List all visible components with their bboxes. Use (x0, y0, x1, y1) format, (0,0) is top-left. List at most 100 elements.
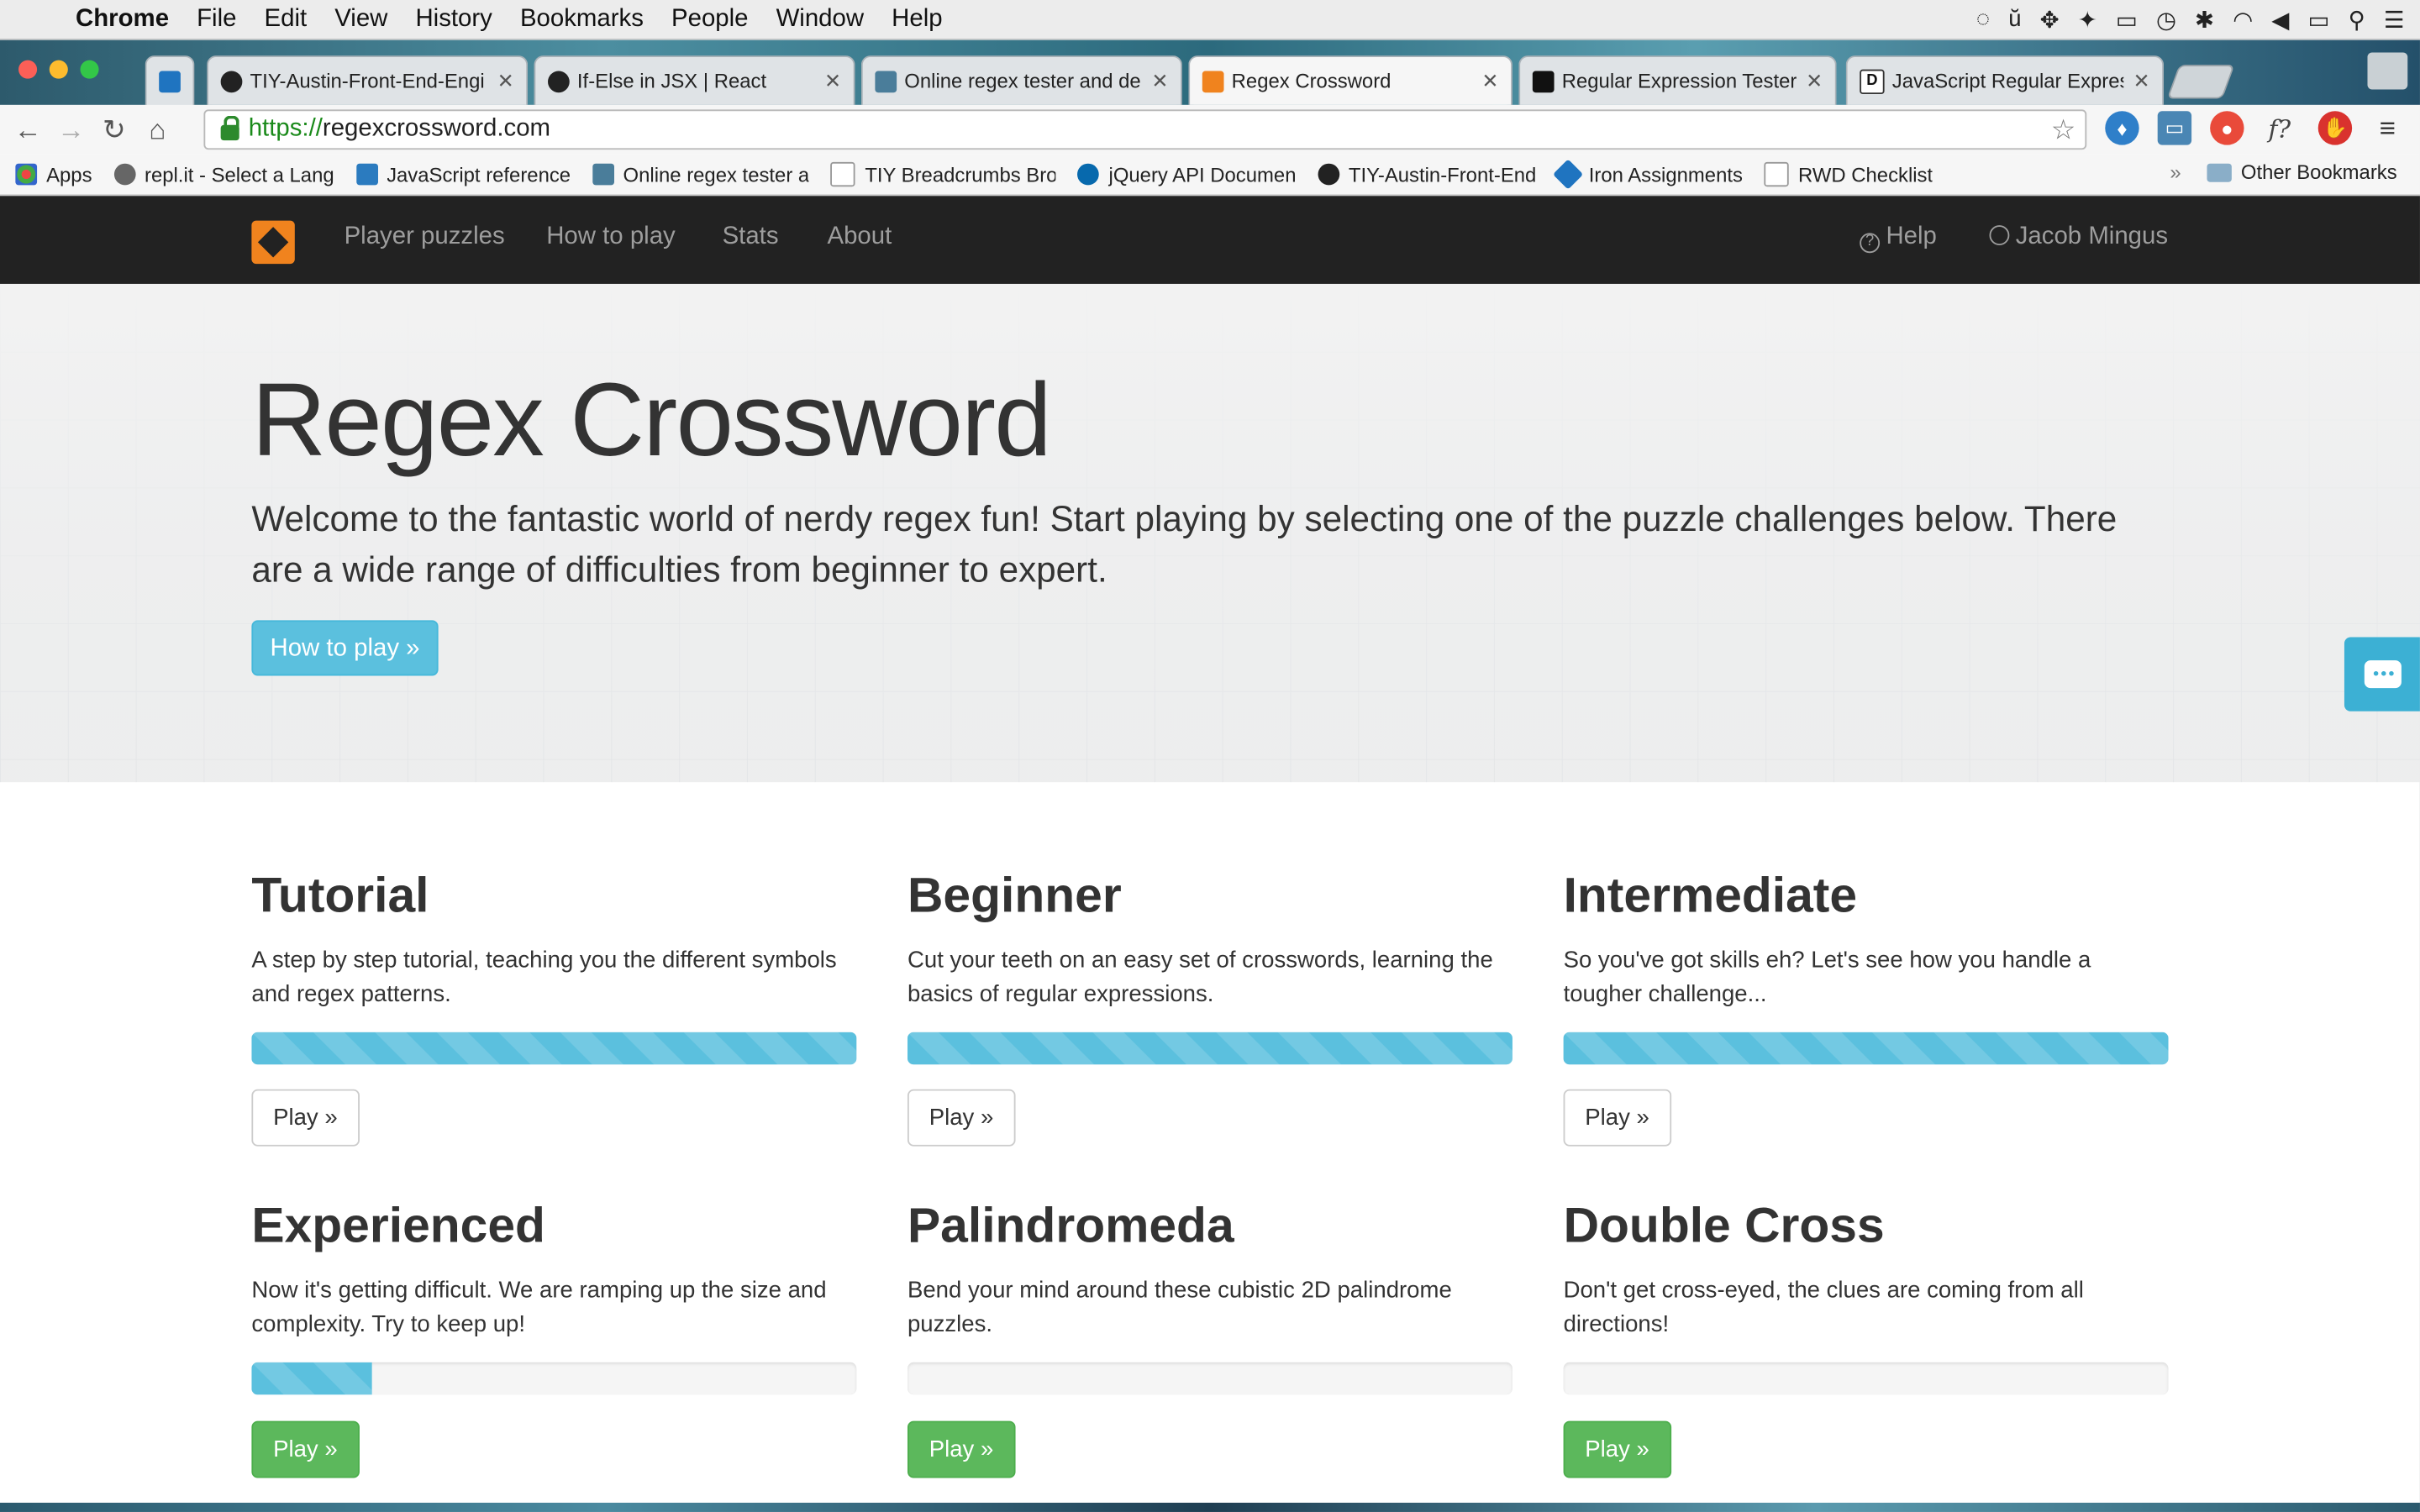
menu-app[interactable]: Chrome (61, 0, 182, 39)
nav-user[interactable]: Jacob Mingus (1989, 223, 2169, 251)
extension-cast-icon[interactable]: ▭ (2157, 111, 2192, 145)
bookmark-item[interactable]: jQuery API Documen (1077, 163, 1296, 186)
chrome-menu-icon[interactable]: ≡ (2370, 111, 2404, 144)
home-icon[interactable]: ⌂ (136, 113, 179, 146)
tab-regex-tester[interactable]: Regular Expression Tester ✕ (1518, 55, 1837, 105)
github-icon (1318, 163, 1339, 186)
menu-history[interactable]: History (402, 0, 506, 39)
tab-github[interactable]: TIY-Austin-Front-End-Engi ✕ (207, 55, 529, 105)
notification-center-icon[interactable]: ☰ (2384, 5, 2405, 33)
menu-bookmarks[interactable]: Bookmarks (506, 0, 657, 39)
bookmark-item[interactable]: Iron Assignments (1553, 159, 1743, 190)
bookmark-label: Iron Assignments (1588, 162, 1743, 186)
bookmark-label: TIY Breadcrumbs Bro (865, 162, 1057, 186)
pinned-tab-trello[interactable] (145, 55, 195, 107)
dropbox-icon[interactable]: ✦ (2078, 5, 2097, 33)
extension-shield-icon[interactable]: ♦ (2105, 111, 2139, 145)
back-arrow-icon[interactable]: ← (6, 113, 49, 146)
menu-view[interactable]: View (321, 0, 402, 39)
menu-window[interactable]: Window (762, 0, 878, 39)
tab-label: If-Else in JSX | React (576, 69, 767, 93)
flag-icon (1532, 70, 1555, 92)
close-tab-icon[interactable]: ✕ (497, 69, 514, 93)
play-button[interactable]: Play » (907, 1089, 1016, 1147)
wifi-icon[interactable]: ◠ (2233, 5, 2253, 33)
regex-crossword-logo[interactable] (251, 220, 295, 265)
airplay-icon[interactable]: ▭ (2116, 5, 2138, 33)
bookmark-star-icon[interactable]: ☆ (2051, 114, 2076, 147)
close-tab-icon[interactable]: ✕ (1151, 69, 1168, 93)
puzzle-card-experienced: Experienced Now it's getting difficult. … (251, 1197, 857, 1478)
profile-button[interactable] (2367, 52, 2408, 90)
close-tab-icon[interactable]: ✕ (1806, 69, 1823, 93)
bookmark-item[interactable]: TIY Breadcrumbs Bro (830, 161, 1057, 187)
bluetooth-icon[interactable]: ✱ (2195, 5, 2214, 33)
close-tab-icon[interactable]: ✕ (824, 69, 841, 93)
extension-function-icon[interactable]: f? (2263, 111, 2296, 144)
volume-icon[interactable]: ◀ (2271, 5, 2289, 33)
tab-react[interactable]: If-Else in JSX | React ✕ (534, 55, 855, 105)
spotlight-search-icon[interactable]: ⚲ (2349, 5, 2365, 33)
progress-bar (907, 1362, 1512, 1395)
menu-edit[interactable]: Edit (250, 0, 321, 39)
menu-file[interactable]: File (183, 0, 250, 39)
puzzle-card-double-cross: Double Cross Don't get cross-eyed, the c… (1563, 1197, 2169, 1478)
react-icon (548, 70, 570, 92)
puzzle-card-tutorial: Tutorial A step by step tutorial, teachi… (251, 867, 857, 1147)
site-navbar: Player puzzles How to play Stats About ?… (0, 196, 2420, 284)
gear-icon[interactable]: ✥ (2040, 5, 2060, 33)
extension-stop-icon[interactable]: ✋ (2317, 111, 2353, 145)
play-button[interactable]: Play » (1563, 1420, 1671, 1478)
extension-ublock-icon[interactable]: ● (2210, 111, 2244, 145)
progress-fill (251, 1362, 373, 1395)
replit-icon (113, 163, 135, 186)
other-bookmarks[interactable]: Other Bookmarks (2207, 160, 2397, 184)
sync-icon[interactable]: ◌ (1976, 6, 1990, 32)
close-tab-icon[interactable]: ✕ (2133, 69, 2149, 93)
bookmark-item[interactable]: Online regex tester a (592, 163, 809, 186)
feedback-tab[interactable] (2344, 637, 2420, 711)
nav-player-puzzles[interactable]: Player puzzles (345, 223, 505, 251)
chat-bubble-icon (2363, 660, 2401, 689)
puzzle-description: Bend your mind around these cubistic 2D … (907, 1277, 1452, 1338)
bookmarks-overflow-chevron-icon[interactable]: » (2170, 160, 2181, 184)
reload-icon[interactable]: ↻ (92, 113, 135, 146)
play-button[interactable]: Play » (1563, 1089, 1671, 1147)
puzzle-description: Now it's getting difficult. We are rampi… (251, 1277, 827, 1338)
new-tab-button[interactable] (2166, 65, 2235, 99)
puzzle-description: So you've got skills eh? Let's see how y… (1563, 947, 2091, 1008)
close-tab-icon[interactable]: ✕ (1481, 69, 1498, 93)
bookmark-item[interactable]: JavaScript reference (355, 163, 571, 186)
nav-stats[interactable]: Stats (723, 223, 779, 251)
menu-help[interactable]: Help (878, 0, 956, 39)
regex-crossword-icon (1202, 70, 1224, 92)
tab-regex-crossword[interactable]: Regex Crossword ✕ (1188, 55, 1512, 105)
bookmark-item[interactable]: TIY-Austin-Front-End (1318, 163, 1536, 186)
nav-user-label: Jacob Mingus (2015, 223, 2169, 250)
zoom-window-button[interactable] (80, 60, 99, 79)
bookmark-apps[interactable]: Apps (15, 163, 92, 186)
menu-people[interactable]: People (657, 0, 762, 39)
play-button[interactable]: Play » (907, 1420, 1016, 1478)
address-bar[interactable]: https://regexcrossword.com ☆ (203, 109, 2087, 150)
time-machine-icon[interactable]: ◷ (2156, 5, 2176, 33)
nav-about[interactable]: About (827, 223, 892, 251)
hero-jumbotron: Regex Crossword Welcome to the fantastic… (0, 283, 2420, 783)
how-to-play-button[interactable]: How to play » (251, 620, 439, 676)
forward-arrow-icon[interactable]: → (50, 113, 92, 146)
battery-icon[interactable]: ▭ (2308, 5, 2330, 33)
tab-js-regex[interactable]: D JavaScript Regular Express ✕ (1845, 55, 2165, 105)
tab-regex101[interactable]: Online regex tester and de ✕ (860, 55, 1182, 105)
nav-help[interactable]: ? Help (1860, 223, 1937, 254)
nav-how-to-play[interactable]: How to play (546, 223, 676, 251)
play-button[interactable]: Play » (251, 1420, 360, 1478)
bookmark-item[interactable]: repl.it - Select a Lang (113, 163, 334, 186)
bookmark-label: JavaScript reference (387, 162, 571, 186)
puzzle-title: Double Cross (1563, 1197, 1885, 1253)
minimize-window-button[interactable] (49, 60, 68, 79)
bookmark-item[interactable]: RWD Checklist (1764, 161, 1933, 187)
hero-description: Welcome to the fantastic world of nerdy … (251, 498, 2118, 590)
play-button[interactable]: Play » (251, 1089, 360, 1147)
close-window-button[interactable] (18, 60, 38, 79)
usb-icon[interactable]: ŭ (2008, 6, 2021, 32)
